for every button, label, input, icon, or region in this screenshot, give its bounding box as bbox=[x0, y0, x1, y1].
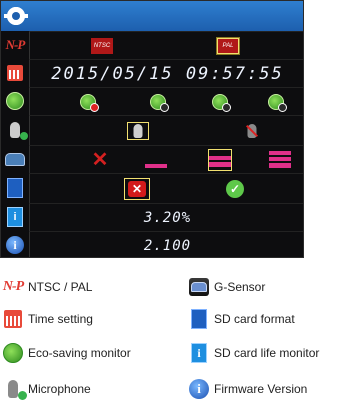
g-sensor-high-icon[interactable] bbox=[269, 163, 291, 168]
legend-label: Time setting bbox=[28, 312, 93, 326]
eco-saving-options bbox=[29, 87, 303, 115]
eco-level-3-icon[interactable] bbox=[268, 93, 287, 112]
ntsc-pal-options: NTSC PAL bbox=[29, 31, 303, 59]
microphone-icon bbox=[2, 378, 27, 400]
microphone-icon bbox=[1, 115, 29, 145]
legend-label: Firmware Version bbox=[214, 382, 308, 396]
g-sensor-high-bar-top bbox=[269, 151, 291, 155]
leaf-icon bbox=[2, 342, 24, 364]
legend-label: G-Sensor bbox=[214, 280, 266, 294]
sd-format-cancel-button[interactable]: ✕ bbox=[124, 177, 150, 200]
sd-life-row: i 3.20% bbox=[1, 203, 303, 231]
legend-item-microphone: Microphone bbox=[2, 378, 91, 400]
firmware-value: 2.100 bbox=[143, 237, 192, 254]
legend-item-eco-saving: Eco-saving monitor bbox=[2, 342, 131, 364]
legend-label: NTSC / PAL bbox=[28, 280, 93, 294]
gear-icon[interactable] bbox=[4, 7, 28, 25]
date-time-value[interactable]: 2015/05/15 09:57:55 bbox=[30, 60, 303, 87]
firmware-row: i 2.100 bbox=[1, 231, 303, 257]
legend-label: SD card life monitor bbox=[214, 346, 320, 360]
legend-label: SD card format bbox=[214, 312, 295, 326]
np-logo-text: N-P bbox=[5, 37, 26, 52]
g-sensor-low-icon[interactable] bbox=[145, 164, 167, 168]
g-sensor-medium-bar-top bbox=[209, 156, 231, 160]
car-icon bbox=[1, 145, 29, 173]
legend-label: Eco-saving monitor bbox=[28, 346, 131, 360]
legend-item-sd-life: i SD card life monitor bbox=[188, 342, 319, 364]
microphone-off-icon[interactable] bbox=[247, 123, 257, 138]
legend-item-time-setting: Time setting bbox=[2, 308, 93, 330]
microphone-row bbox=[1, 115, 303, 145]
leaf-icon bbox=[1, 87, 29, 115]
dashcam-settings-screen: N-P NTSC PAL 2015/05/15 09:57:55 ✕ ✕ ✓ i… bbox=[0, 0, 304, 258]
microphone-on-icon[interactable] bbox=[133, 123, 143, 138]
g-sensor-options: ✕ bbox=[29, 145, 303, 173]
sd-card-icon bbox=[188, 308, 210, 330]
ntsc-pal-row: N-P NTSC PAL bbox=[1, 31, 303, 59]
info-icon: i bbox=[1, 231, 29, 257]
cancel-icon: ✕ bbox=[128, 180, 146, 197]
sd-life-icon: i bbox=[188, 342, 210, 364]
sd-life-field: 3.20% bbox=[29, 203, 303, 231]
eco-level-1-icon[interactable] bbox=[150, 93, 169, 112]
legend-item-g-sensor: G-Sensor bbox=[188, 276, 265, 298]
settings-header bbox=[1, 1, 303, 31]
legend-item-firmware: i Firmware Version bbox=[188, 378, 307, 400]
eco-off-icon[interactable] bbox=[80, 93, 99, 112]
legend-label: Microphone bbox=[28, 382, 91, 396]
microphone-options bbox=[29, 115, 303, 145]
calendar-icon bbox=[1, 59, 29, 87]
firmware-field: 2.100 bbox=[29, 231, 303, 257]
confirm-icon[interactable]: ✓ bbox=[226, 179, 244, 198]
legend-item-ntsc-pal: N-P NTSC / PAL bbox=[2, 276, 93, 298]
g-sensor-high-bar-mid bbox=[269, 157, 291, 161]
g-sensor-off-icon[interactable]: ✕ bbox=[92, 150, 109, 170]
np-logo-icon: N-P bbox=[1, 31, 29, 59]
pal-option[interactable]: PAL bbox=[217, 37, 239, 54]
sd-format-options: ✕ ✓ bbox=[29, 173, 303, 203]
sd-format-row: ✕ ✓ bbox=[1, 173, 303, 203]
eco-saving-row bbox=[1, 87, 303, 115]
eco-level-2-icon[interactable] bbox=[212, 93, 231, 112]
g-sensor-medium-icon[interactable] bbox=[209, 162, 231, 167]
legend-item-sd-format: SD card format bbox=[188, 308, 295, 330]
info-icon: i bbox=[188, 378, 210, 400]
np-logo-icon: N-P bbox=[2, 279, 24, 294]
g-sensor-row: ✕ bbox=[1, 145, 303, 173]
g-sensor-icon bbox=[188, 276, 210, 298]
sd-card-icon bbox=[1, 173, 29, 203]
sd-life-icon: i bbox=[1, 203, 29, 231]
calendar-icon bbox=[2, 308, 24, 330]
ntsc-option[interactable]: NTSC bbox=[91, 37, 113, 54]
time-setting-field[interactable]: 2015/05/15 09:57:55 bbox=[29, 59, 303, 87]
sd-life-value: 3.20% bbox=[143, 209, 192, 226]
time-setting-row: 2015/05/15 09:57:55 bbox=[1, 59, 303, 87]
